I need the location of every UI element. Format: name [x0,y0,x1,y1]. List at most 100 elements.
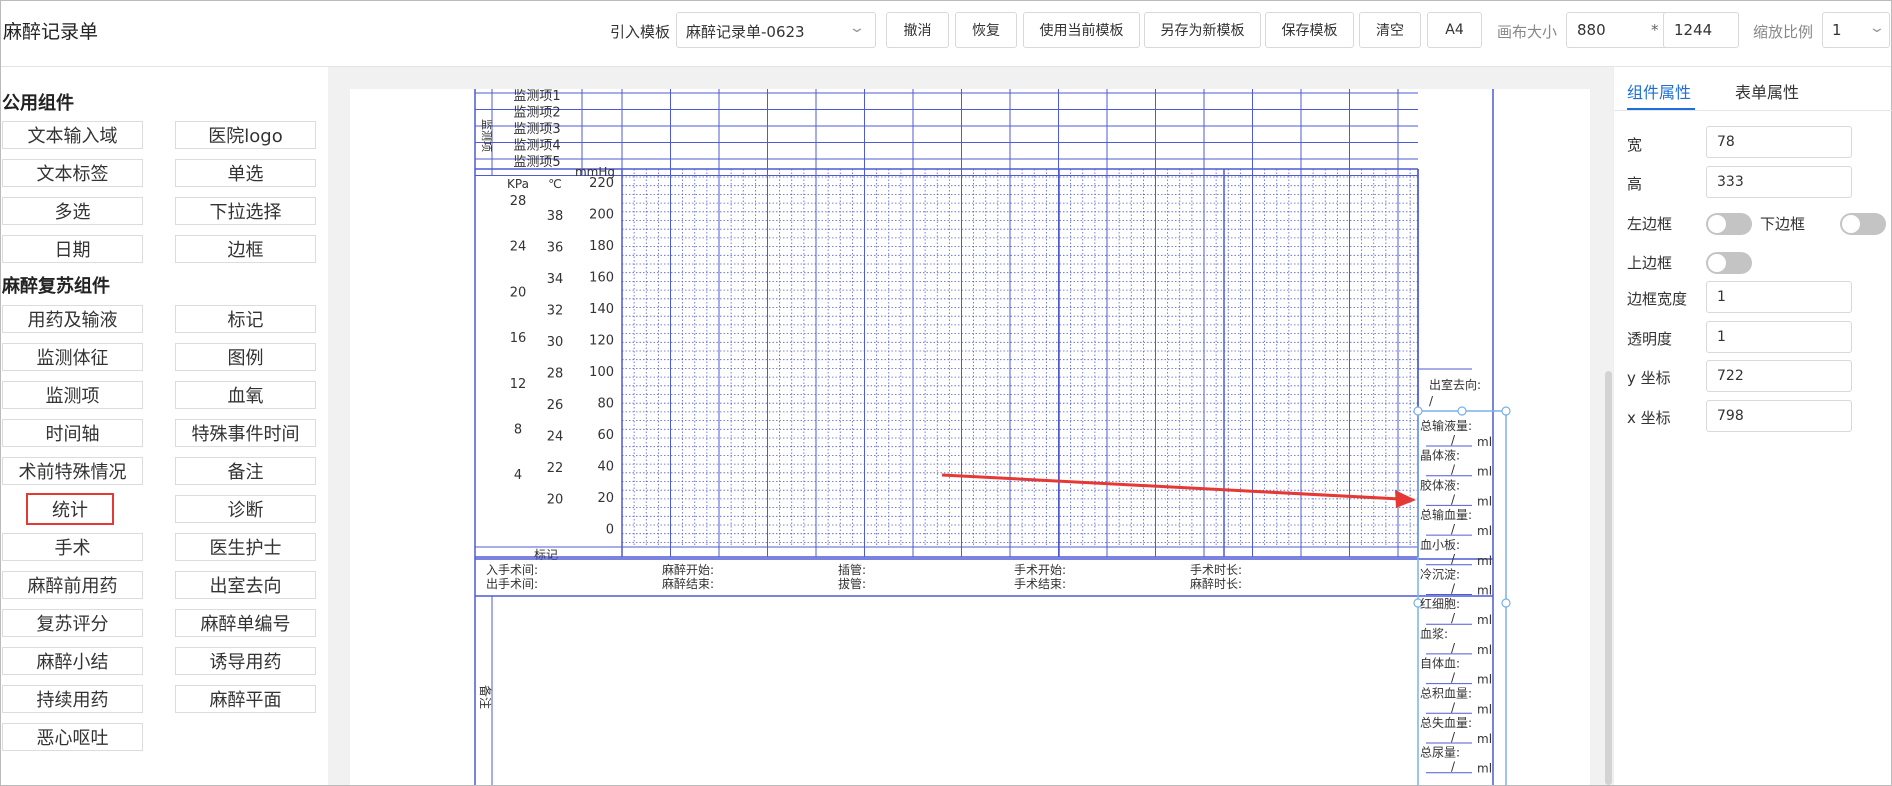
component-button[interactable]: 特殊事件时间 [175,419,316,447]
stat-unit: ml [1477,732,1492,746]
toggle-knob [1708,254,1726,272]
component-button[interactable]: 日期 [2,235,143,263]
component-button[interactable]: 麻醉平面 [175,685,316,713]
component-button[interactable]: 文本输入域 [2,121,143,149]
temperature-tick-label: 24 [547,430,564,445]
component-button[interactable]: 时间轴 [2,419,143,447]
component-button[interactable]: 麻醉单编号 [175,609,316,637]
component-button[interactable]: 麻醉小结 [2,647,143,675]
stat-label: 总失血量: [1420,715,1472,730]
stat-label: 血浆: [1420,626,1448,641]
opacity-input[interactable]: 1 [1706,321,1852,353]
canvas-height-input[interactable]: 1244 [1663,12,1739,48]
mmhg-tick-label: 220 [589,176,614,191]
x-coordinate-label: x 坐标 [1627,409,1671,427]
component-button[interactable]: 诱导用药 [175,647,316,675]
remark-label: 备注 [478,685,493,709]
temperature-tick-label: 30 [547,335,564,350]
stat-slash: / [1451,522,1456,536]
component-button[interactable]: 下拉选择 [175,197,316,225]
undo-button[interactable]: 撤消 [886,12,949,48]
height-input[interactable]: 333 [1706,166,1852,198]
stat-slash: / [1451,433,1456,447]
component-button[interactable]: 单选 [175,159,316,187]
width-label: 宽 [1627,136,1643,154]
mmhg-tick-label: 60 [597,428,614,443]
top-border-toggle[interactable] [1706,252,1752,274]
temperature-tick-label: 28 [547,367,564,382]
tab-divider [1614,110,1892,111]
component-button[interactable]: 复苏评分 [2,609,143,637]
y-coordinate-input[interactable]: 722 [1706,360,1852,392]
clear-button[interactable]: 清空 [1359,12,1421,48]
time-field-label: 出手术间: [486,577,538,591]
component-button[interactable]: 标记 [175,305,316,333]
redo-button[interactable]: 恢复 [955,12,1017,48]
use-template-button[interactable]: 使用当前模板 [1023,12,1140,48]
component-button[interactable]: 麻醉前用药 [2,571,143,599]
temperature-tick-label: 34 [547,272,564,287]
a4-button[interactable]: A4 [1427,12,1482,48]
tab-component-properties[interactable]: 组件属性 [1627,79,1691,103]
component-button[interactable]: 边框 [175,235,316,263]
save-as-new-template-button[interactable]: 另存为新模板 [1144,12,1261,48]
kpa-tick-label: 8 [514,423,522,438]
component-button[interactable]: 统计 [26,493,114,525]
monitor-item-label: 监测项2 [513,106,560,121]
canvas-scrollbar[interactable] [1605,371,1612,785]
x-coordinate-input[interactable]: 798 [1706,400,1852,432]
component-button[interactable]: 恶心呕吐 [2,723,143,751]
kpa-tick-label: 12 [510,377,527,392]
component-panel: 公用组件 麻醉复苏组件 文本输入域 医院logo 文本标签 单选 多选 下拉选择 日期 边框用… [1,67,328,785]
tab-form-properties[interactable]: 表单属性 [1735,79,1799,103]
component-button[interactable]: 监测项 [2,381,143,409]
form-paper: 监测项1 监测项2 监测项3 监测项4 监测项5 监测项 KPa ℃ mmHg 220 200 180… [350,89,1590,785]
stat-label: 总尿量: [1420,746,1460,760]
kpa-tick-label: 16 [510,331,527,346]
times-sign: * [1651,21,1659,39]
scale-select[interactable]: 1 ⌄ [1822,12,1890,48]
save-template-button[interactable]: 保存模板 [1265,12,1354,48]
stat-slash: / [1451,760,1456,774]
design-canvas[interactable]: 监测项1 监测项2 监测项3 监测项4 监测项5 监测项 KPa ℃ mmHg 220 200 180… [328,67,1613,785]
monitor-item-label: 监测项4 [513,139,560,154]
component-button[interactable]: 医院logo [175,121,316,149]
top-border-label: 上边框 [1627,254,1673,272]
stat-unit: ml [1477,465,1492,479]
stat-unit: ml [1477,554,1492,568]
canvas-width-input[interactable]: 880 [1566,12,1678,48]
component-button[interactable]: 诊断 [175,495,316,523]
bottom-border-toggle[interactable] [1840,213,1886,235]
component-button[interactable]: 多选 [2,197,143,225]
component-button[interactable]: 监测体征 [2,343,143,371]
stat-unit: ml [1477,643,1492,657]
stat-slash: / [1451,611,1456,625]
width-input[interactable]: 78 [1706,126,1852,158]
toggle-knob [1708,215,1726,233]
exit-direction-slash: / [1429,394,1434,408]
mmhg-tick-label: 120 [589,334,614,349]
component-button[interactable]: 血氧 [175,381,316,409]
opacity-label: 透明度 [1627,330,1673,348]
stat-unit: ml [1477,702,1492,716]
canvas-size-label: 画布大小 [1497,23,1558,41]
kpa-tick-label: 20 [510,285,527,300]
component-button[interactable]: 备注 [175,457,316,485]
resize-handle [1457,406,1467,416]
template-select[interactable]: 麻醉记录单-0623 ⌄ [676,12,876,48]
component-button[interactable]: 图例 [175,343,316,371]
border-width-input[interactable]: 1 [1706,281,1852,313]
component-button[interactable]: 用药及输液 [2,305,143,333]
component-button[interactable]: 医生护士 [175,533,316,561]
time-field-label: 手术结束: [1014,577,1066,591]
component-button[interactable]: 手术 [2,533,143,561]
header-toolbar: 麻醉记录单 引入模板 麻醉记录单-0623 ⌄ 撤消 恢复 使用当前模板 另存为… [1,1,1891,67]
left-border-toggle[interactable] [1706,213,1752,235]
component-button[interactable]: 文本标签 [2,159,143,187]
component-button[interactable]: 术前特殊情况 [2,457,143,485]
temperature-tick-label: 26 [547,398,564,413]
component-button[interactable]: 持续用药 [2,685,143,713]
time-field-label: 麻醉结束: [662,576,714,591]
component-button[interactable]: 出室去向 [175,571,316,599]
monitor-side-label: 监测项 [480,119,493,152]
